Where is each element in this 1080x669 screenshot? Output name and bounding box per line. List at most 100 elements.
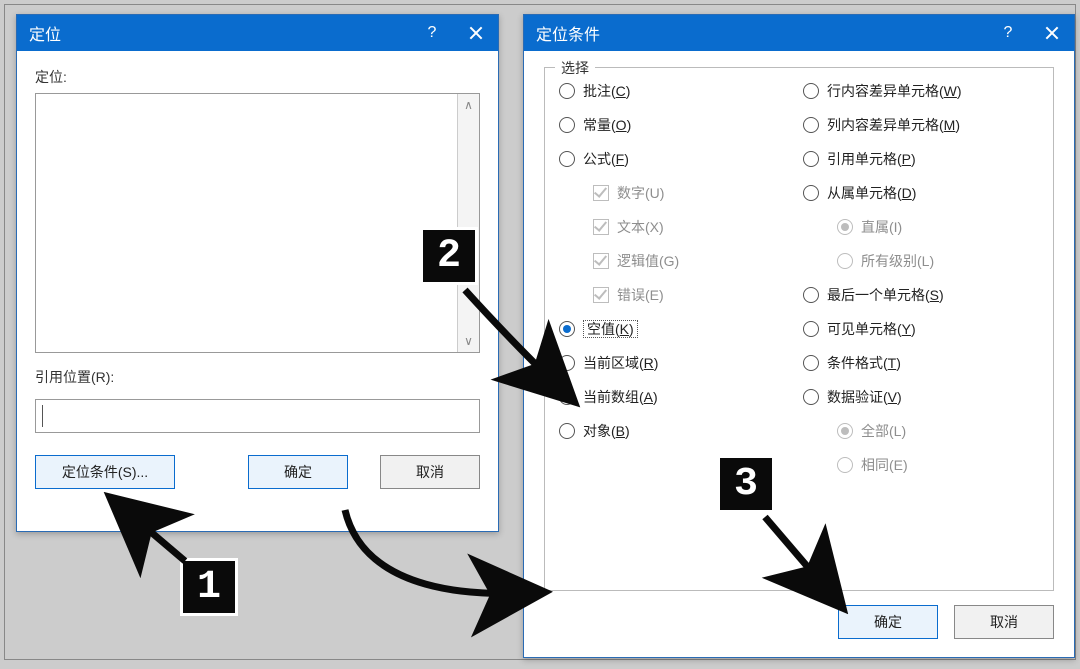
select-fieldset: 选择 批注(C)常量(O)公式(F)数字(U)文本(X)逻辑值(G)错误(E)空… [544,67,1054,591]
option-label: 相同(E) [861,455,908,475]
option-row: 所有级别(L) [803,250,1039,272]
special-button[interactable]: 定位条件(S)... [35,455,175,489]
scrollbar[interactable]: ∧ ∨ [457,94,479,352]
option-label: 可见单元格(Y) [827,319,916,339]
option-label: 对象(B) [583,421,630,441]
option-label: 列内容差异单元格(M) [827,115,960,135]
select-legend: 选择 [555,58,595,78]
special-cancel-label: 取消 [990,612,1018,632]
option-row: 逻辑值(G) [559,250,795,272]
close-icon[interactable] [1030,15,1074,51]
option-row[interactable]: 条件格式(T) [803,352,1039,374]
help-icon[interactable] [986,15,1030,51]
radio-icon[interactable] [803,389,819,405]
radio-icon[interactable] [803,83,819,99]
option-row[interactable]: 对象(B) [559,420,795,442]
option-label: 批注(C) [583,81,630,101]
scroll-down-icon[interactable]: ∨ [458,330,479,352]
annotation-3-text: 3 [734,462,758,507]
special-ok-label: 确定 [874,612,902,632]
option-label: 数字(U) [617,183,664,203]
option-row[interactable]: 当前区域(R) [559,352,795,374]
screenshot-frame: 定位 定位: ∧ ∨ 引用位置(R): 定位条件(S)... [4,4,1076,660]
special-ok-button[interactable]: 确定 [838,605,938,639]
option-row[interactable]: 公式(F) [559,148,795,170]
reference-label-text: 引用位置(R): [35,369,114,385]
option-label: 空值(K) [583,319,638,339]
radio-icon [837,253,853,269]
radio-icon[interactable] [559,423,575,439]
caret-icon [42,405,43,427]
radio-icon[interactable] [559,117,575,133]
option-row[interactable]: 常量(O) [559,114,795,136]
options-right-column: 行内容差异单元格(W) 列内容差异单元格(M) 引用单元格(P) 从属单元格(D) 直属… [803,80,1039,574]
option-row[interactable]: 从属单元格(D) [803,182,1039,204]
option-row[interactable]: 批注(C) [559,80,795,102]
special-button-row: 确定 取消 [544,605,1054,639]
goto-cancel-button[interactable]: 取消 [380,455,480,489]
annotation-badge-2: 2 [420,227,478,285]
goto-special-dialog: 定位条件 选择 批注(C) 常量(O) 公式(F) 数字(U) 文本(X) 逻辑值(G) 错… [523,14,1075,658]
close-icon[interactable] [454,15,498,51]
annotation-badge-1: 1 [180,558,238,616]
reference-input[interactable] [35,399,480,433]
goto-title: 定位 [29,21,410,45]
option-row[interactable]: 最后一个单元格(S) [803,284,1039,306]
radio-icon[interactable] [559,83,575,99]
option-label: 公式(F) [583,149,629,169]
goto-list[interactable]: ∧ ∨ [35,93,480,353]
option-label: 常量(O) [583,115,631,135]
annotation-2-text: 2 [437,234,461,279]
radio-icon[interactable] [559,355,575,371]
option-label: 文本(X) [617,217,664,237]
option-row: 全部(L) [803,420,1039,442]
goto-button-row: 定位条件(S)... 确定 取消 [35,455,480,489]
special-cancel-button[interactable]: 取消 [954,605,1054,639]
option-row: 数字(U) [559,182,795,204]
option-row: 错误(E) [559,284,795,306]
reference-label: 引用位置(R): [35,367,480,387]
option-label: 引用单元格(P) [827,149,916,169]
help-icon[interactable] [410,15,454,51]
option-label: 错误(E) [617,285,664,305]
option-label: 直属(I) [861,217,902,237]
radio-icon[interactable] [803,185,819,201]
checkbox-icon [593,185,609,201]
option-label: 条件格式(T) [827,353,901,373]
radio-icon[interactable] [803,321,819,337]
goto-titlebar[interactable]: 定位 [17,15,498,51]
radio-icon[interactable] [803,287,819,303]
option-label: 行内容差异单元格(W) [827,81,962,101]
radio-icon[interactable] [803,151,819,167]
special-titlebar[interactable]: 定位条件 [524,15,1074,51]
radio-icon[interactable] [803,355,819,371]
option-row: 直属(I) [803,216,1039,238]
annotation-badge-3: 3 [717,455,775,513]
checkbox-icon [593,253,609,269]
option-row[interactable]: 数据验证(V) [803,386,1039,408]
radio-icon[interactable] [559,321,575,337]
option-row[interactable]: 引用单元格(P) [803,148,1039,170]
option-row[interactable]: 列内容差异单元格(M) [803,114,1039,136]
option-label: 全部(L) [861,421,906,441]
special-body: 选择 批注(C) 常量(O) 公式(F) 数字(U) 文本(X) 逻辑值(G) 错误(E) 空… [524,51,1074,657]
goto-cancel-label: 取消 [416,462,444,482]
option-label: 当前数组(A) [583,387,658,407]
option-row: 文本(X) [559,216,795,238]
option-label: 从属单元格(D) [827,183,916,203]
checkbox-icon [593,287,609,303]
radio-icon [837,457,853,473]
radio-icon[interactable] [559,389,575,405]
annotation-1-text: 1 [197,565,221,610]
goto-body: 定位: ∧ ∨ 引用位置(R): 定位条件(S)... 确定 [17,51,498,531]
option-row[interactable]: 可见单元格(Y) [803,318,1039,340]
option-label: 当前区域(R) [583,353,658,373]
goto-ok-button[interactable]: 确定 [248,455,348,489]
option-row[interactable]: 当前数组(A) [559,386,795,408]
option-row[interactable]: 空值(K) [559,318,795,340]
option-row[interactable]: 行内容差异单元格(W) [803,80,1039,102]
radio-icon[interactable] [803,117,819,133]
radio-icon [837,219,853,235]
scroll-up-icon[interactable]: ∧ [458,94,479,116]
radio-icon[interactable] [559,151,575,167]
